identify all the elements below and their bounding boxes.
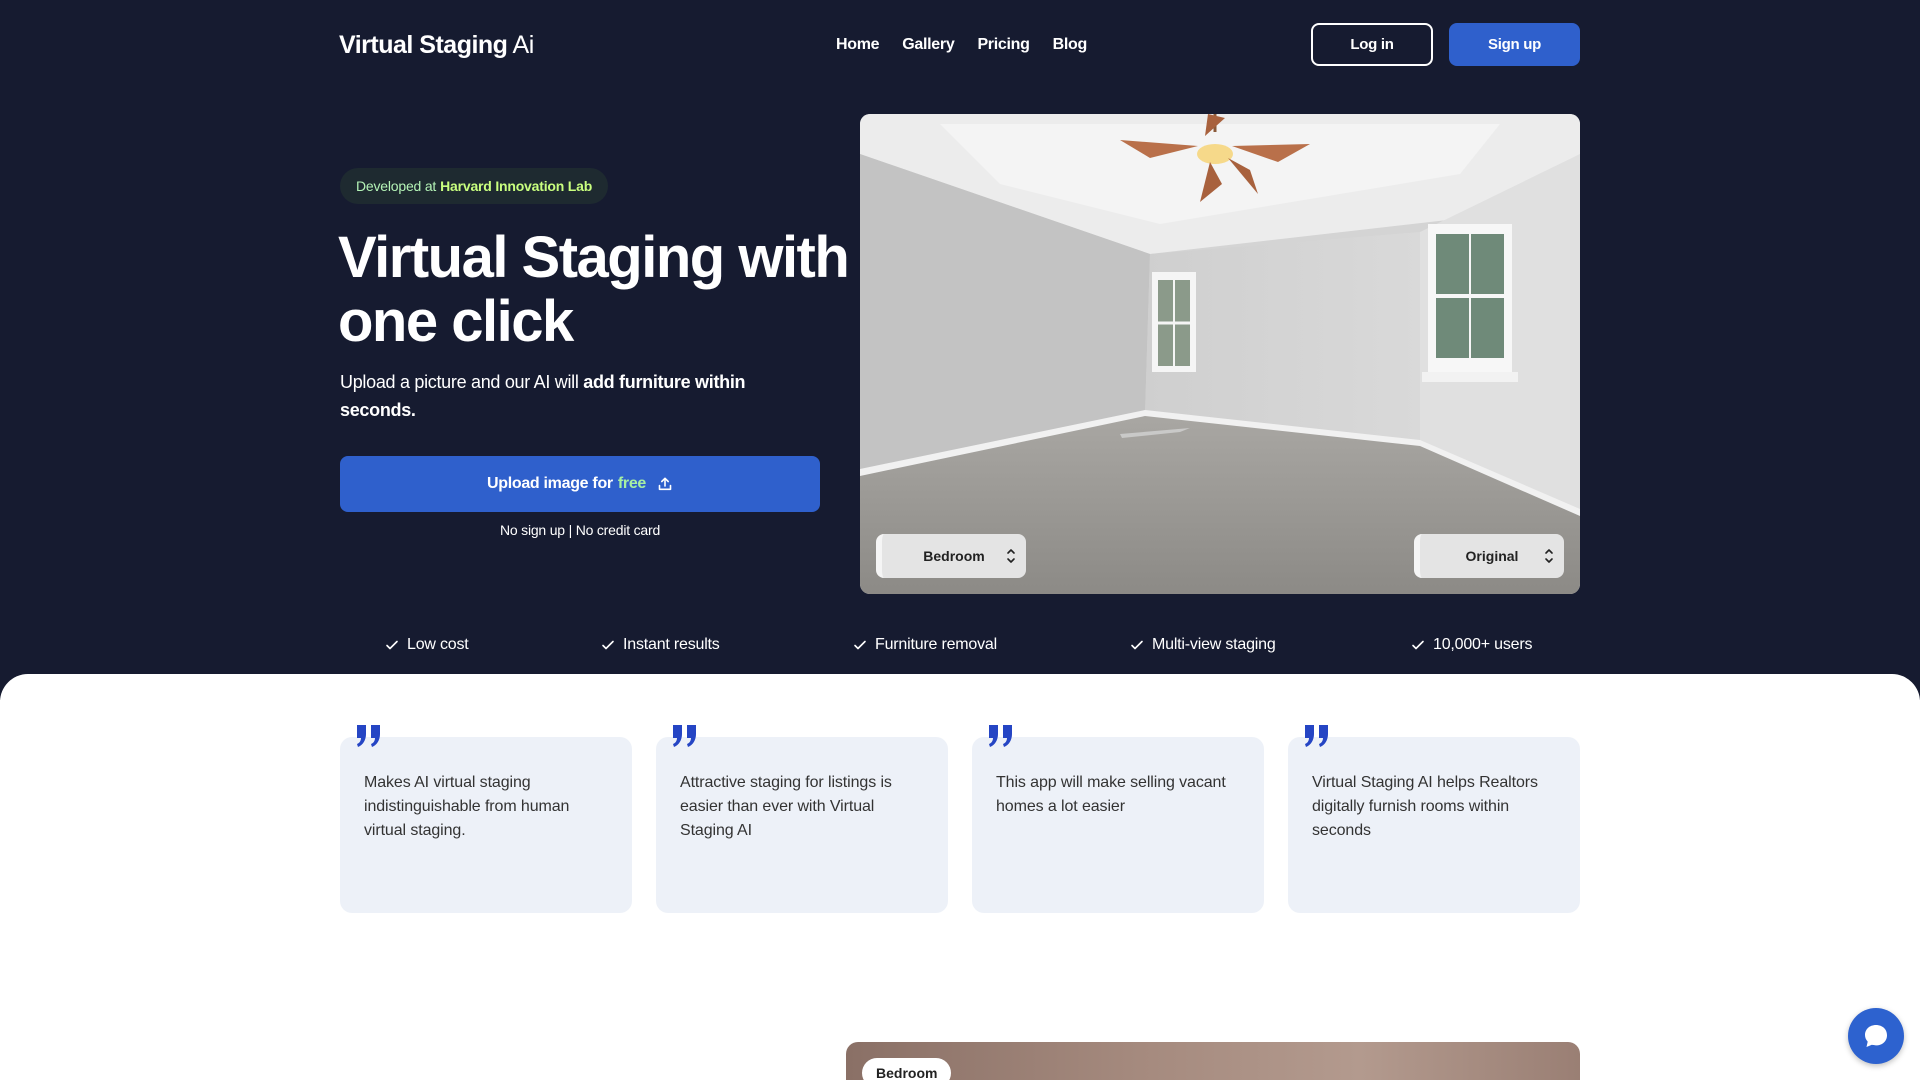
nav-home[interactable]: Home [836, 36, 880, 54]
empty-room-illustration [860, 114, 1580, 594]
harvard-badge: Developed at Harvard Innovation Lab [340, 168, 609, 204]
check-icon [1412, 640, 1424, 650]
room-label-pill[interactable]: Bedroom [862, 1058, 952, 1080]
quote-icon [989, 725, 1012, 747]
nav-gallery[interactable]: Gallery [902, 36, 954, 54]
nav-blog[interactable]: Blog [1053, 36, 1088, 54]
feature-item: 10,000+ users [1411, 636, 1532, 654]
login-button[interactable]: Log in [1311, 23, 1433, 66]
gallery-preview-image: Bedroom [846, 1042, 1580, 1080]
testimonial-text: Attractive staging for listings is easie… [680, 774, 892, 839]
upload-free-label: free [617, 475, 647, 492]
chat-bubble-icon [1865, 1025, 1887, 1047]
room-type-select[interactable]: Bedroom [876, 534, 1026, 578]
testimonial-text: This app will make selling vacant homes … [996, 774, 1226, 815]
check-icon [1131, 640, 1143, 650]
testimonial-card: Attractive staging for listings is easie… [656, 737, 948, 913]
chevron-updown-icon [1007, 549, 1015, 563]
check-icon [854, 640, 866, 650]
logo[interactable]: Virtual Staging Ai [339, 31, 534, 60]
quote-icon [1305, 725, 1328, 747]
feature-label: Low cost [407, 636, 469, 653]
testimonial-card: Virtual Staging AI helps Realtors digita… [1288, 737, 1580, 913]
feature-label: 10,000+ users [1433, 636, 1533, 653]
view-mode-select[interactable]: Original [1414, 534, 1564, 578]
nav-pricing[interactable]: Pricing [977, 36, 1029, 54]
upload-label: Upload image for [486, 475, 613, 492]
view-mode-value: Original [1465, 548, 1519, 564]
feature-item: Multi-view staging [1130, 636, 1276, 654]
hero-subtitle: Upload a picture and our AI will add fur… [340, 368, 800, 424]
feature-list: Low cost Instant results Furniture remov… [0, 636, 1920, 658]
feature-label: Furniture removal [875, 636, 997, 653]
badge-org: Harvard Innovation Lab [440, 178, 593, 194]
feature-label: Multi-view staging [1152, 636, 1276, 653]
upload-icon [658, 477, 672, 491]
no-signup-note: No sign up | No credit card [499, 522, 661, 538]
check-icon [602, 640, 614, 650]
signup-button[interactable]: Sign up [1449, 23, 1580, 66]
upload-image-button[interactable]: Upload image for free [340, 456, 820, 512]
testimonials-section [0, 674, 1920, 1080]
logo-ai: Ai [512, 31, 535, 59]
quote-icon [357, 725, 380, 747]
testimonial-text: Virtual Staging AI helps Realtors digita… [1312, 774, 1538, 839]
feature-item: Furniture removal [853, 636, 997, 654]
feature-label: Instant results [623, 636, 720, 653]
check-icon [386, 640, 398, 650]
room-preview-image [860, 114, 1580, 594]
subtitle-plain: Upload a picture and our AI will [340, 372, 579, 392]
logo-bold: Virtual Staging [339, 31, 508, 59]
hero-headline: Virtual Staging with one click [338, 225, 850, 354]
chat-button[interactable] [1848, 1008, 1904, 1064]
feature-item: Low cost [385, 636, 469, 654]
feature-item: Instant results [601, 636, 720, 654]
badge-prefix: Developed at [356, 178, 437, 194]
chevron-updown-icon [1545, 549, 1553, 563]
testimonial-text: Makes AI virtual staging indistinguishab… [364, 774, 570, 839]
quote-icon [673, 725, 696, 747]
room-type-value: Bedroom [923, 548, 985, 564]
testimonial-card: This app will make selling vacant homes … [972, 737, 1264, 913]
testimonial-card: Makes AI virtual staging indistinguishab… [340, 737, 632, 913]
main-nav: Home Gallery Pricing Blog [836, 36, 1087, 54]
